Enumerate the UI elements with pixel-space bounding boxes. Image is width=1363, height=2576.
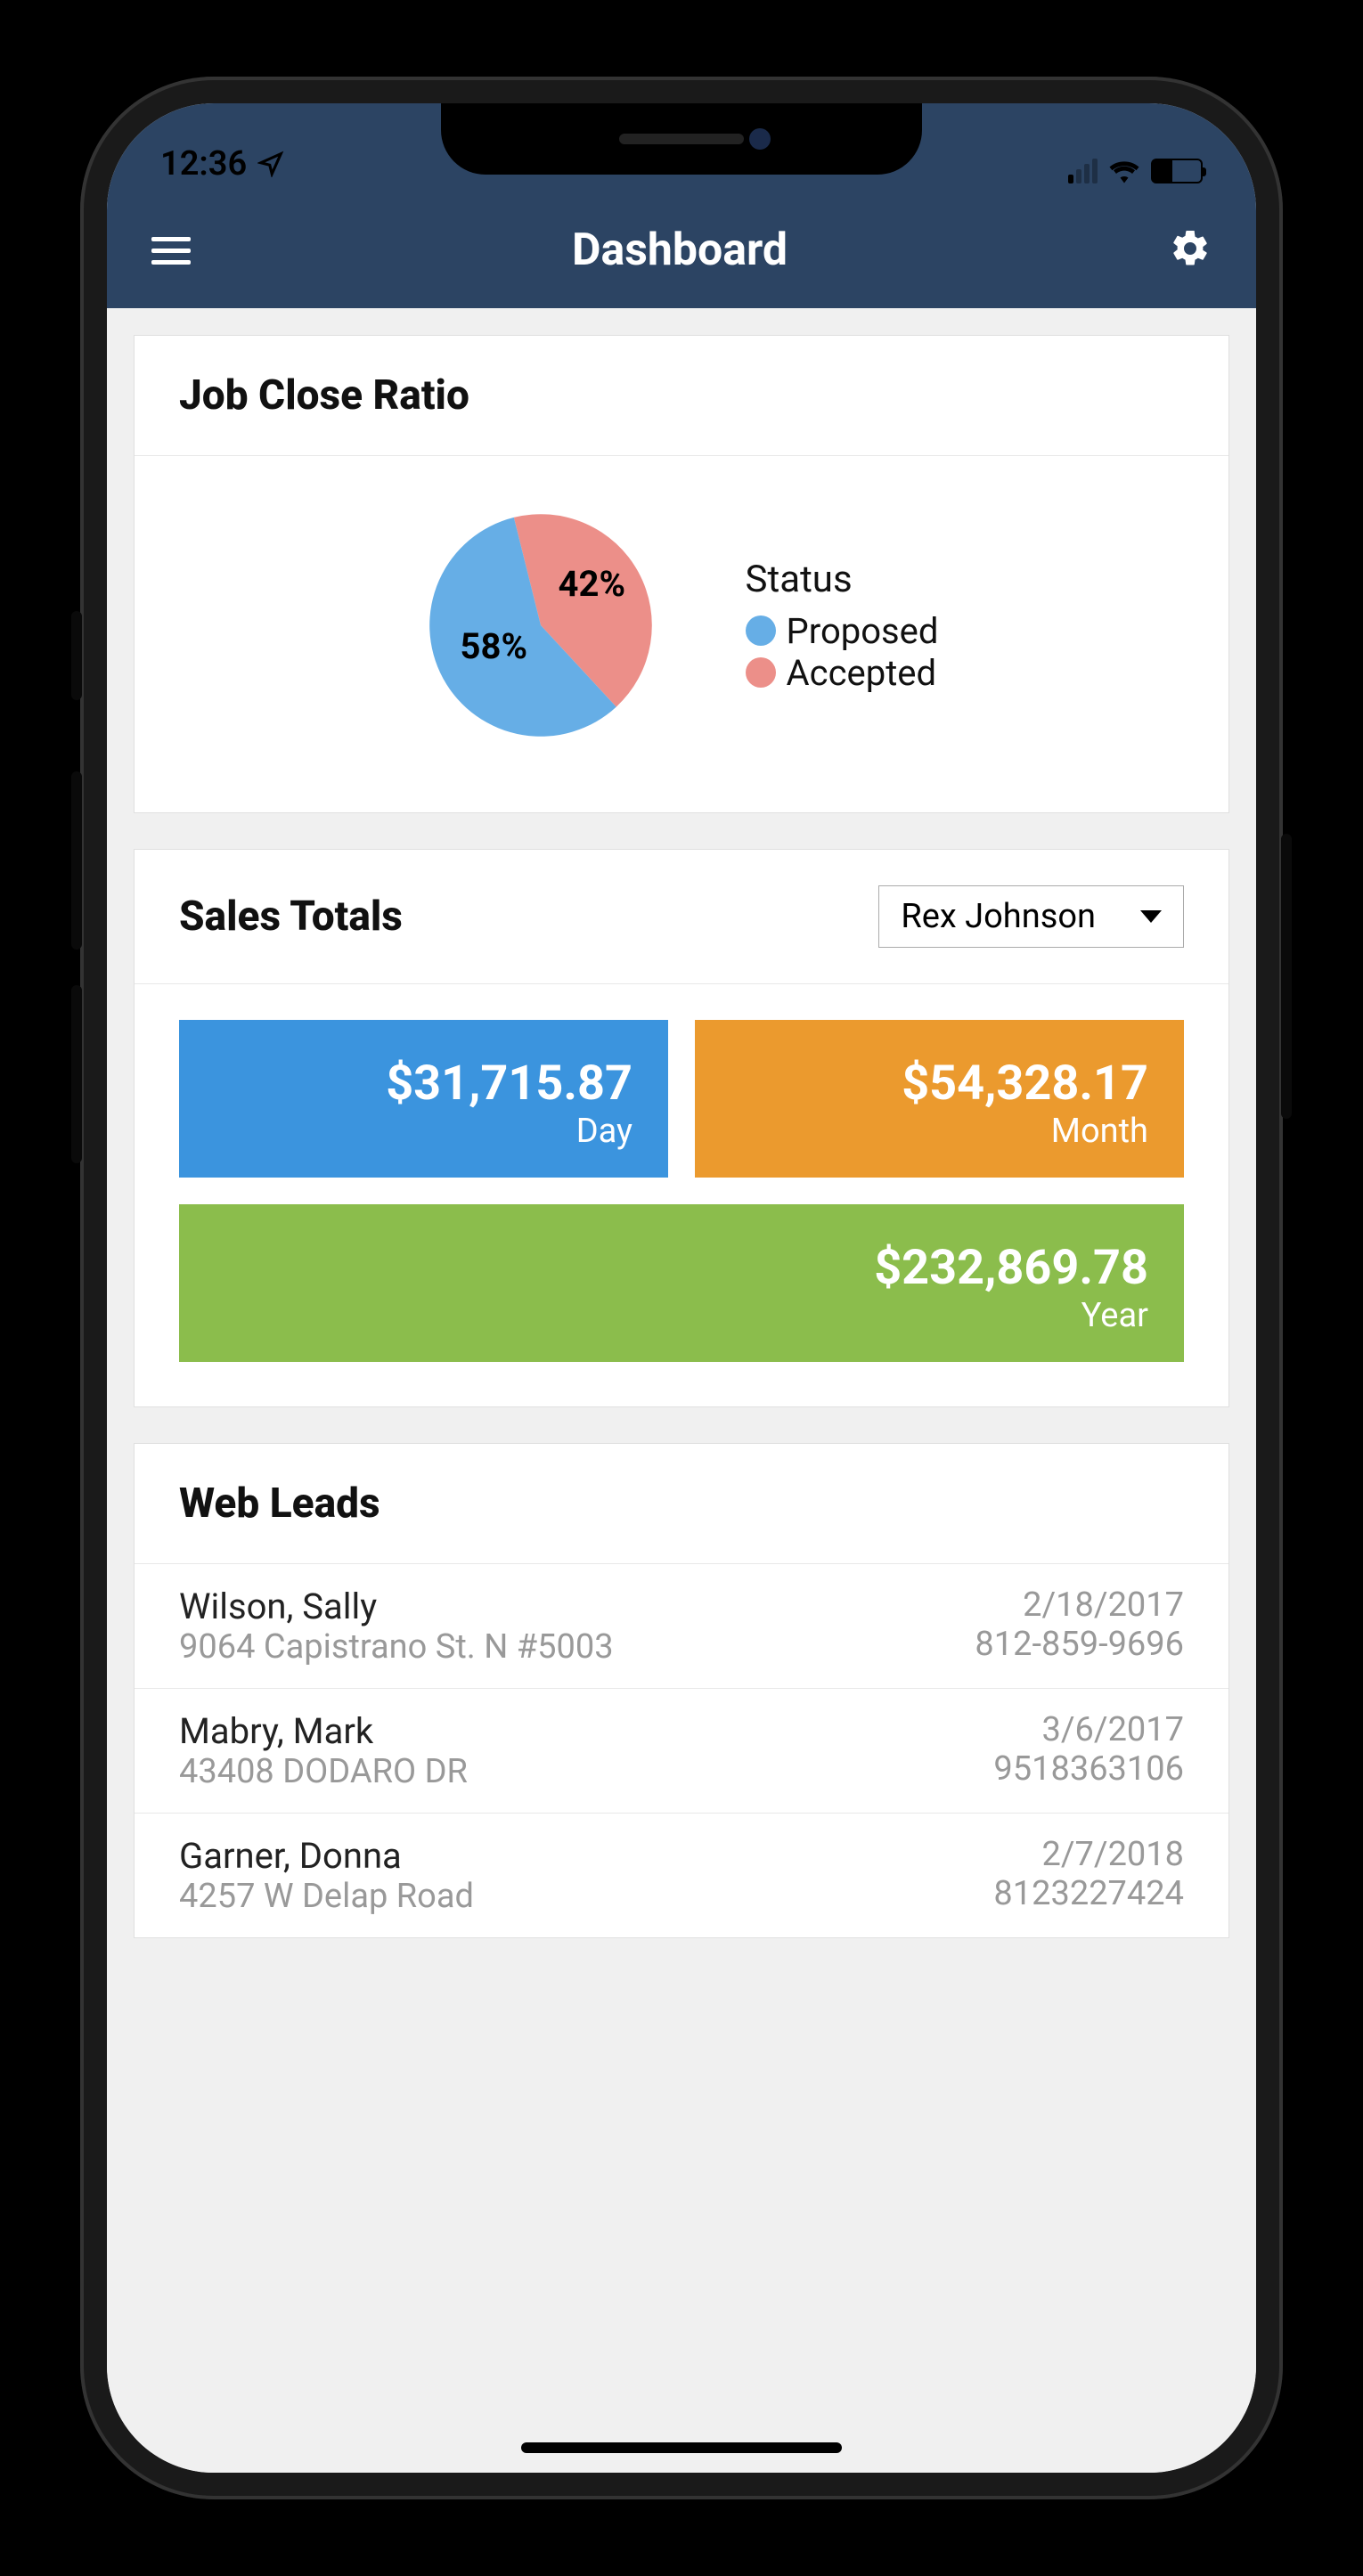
card-title: Job Close Ratio bbox=[179, 371, 469, 420]
cellular-signal-icon bbox=[1068, 159, 1098, 183]
nav-bar: Dashboard bbox=[107, 192, 1256, 308]
lead-address: 43408 DODARO DR bbox=[179, 1752, 468, 1791]
lead-right: 2/18/2017812-859-9696 bbox=[975, 1586, 1184, 1667]
front-camera bbox=[749, 128, 771, 150]
page-title: Dashboard bbox=[572, 224, 788, 276]
tile-label: Day bbox=[215, 1112, 633, 1151]
lead-date: 2/18/2017 bbox=[975, 1586, 1184, 1625]
menu-icon[interactable] bbox=[151, 237, 191, 265]
lead-name: Garner, Donna bbox=[179, 1835, 474, 1877]
status-time: 12:36 bbox=[160, 144, 247, 183]
job-close-ratio-card: Job Close Ratio 42% 58% Status Proposed bbox=[134, 335, 1229, 813]
sales-tile-year[interactable]: $232,869.78 Year bbox=[179, 1204, 1184, 1362]
lead-address: 4257 W Delap Road bbox=[179, 1877, 474, 1916]
card-header: Job Close Ratio bbox=[135, 336, 1228, 456]
sales-totals-card: Sales Totals Rex Johnson $31,715.87 Day … bbox=[134, 849, 1229, 1407]
status-right bbox=[1068, 159, 1203, 183]
pie-slice-label: 58% bbox=[461, 625, 527, 667]
chevron-down-icon bbox=[1140, 910, 1162, 923]
wifi-icon bbox=[1108, 159, 1140, 183]
lead-address: 9064 Capistrano St. N #5003 bbox=[179, 1627, 614, 1667]
legend-title: Status bbox=[746, 558, 939, 601]
lead-date: 3/6/2017 bbox=[993, 1710, 1184, 1749]
leads-list: Wilson, Sally9064 Capistrano St. N #5003… bbox=[135, 1563, 1228, 1937]
phone-frame: 12:36 bbox=[80, 77, 1283, 2499]
salesperson-dropdown[interactable]: Rex Johnson bbox=[878, 885, 1184, 948]
speaker-grill bbox=[619, 134, 744, 144]
lead-date: 2/7/2018 bbox=[993, 1835, 1184, 1874]
pie-chart-svg bbox=[425, 509, 657, 741]
legend-label: Proposed bbox=[787, 610, 939, 652]
side-button bbox=[1281, 834, 1292, 1119]
legend-dot bbox=[746, 615, 776, 646]
tile-value: $31,715.87 bbox=[215, 1056, 633, 1112]
side-button bbox=[71, 985, 82, 1163]
lead-phone: 8123227424 bbox=[993, 1874, 1184, 1913]
card-header: Sales Totals Rex Johnson bbox=[135, 850, 1228, 984]
pie-slice-label: 42% bbox=[559, 563, 625, 605]
tile-label: Year bbox=[215, 1296, 1148, 1335]
legend-item-accepted: Accepted bbox=[746, 652, 939, 694]
sales-tile-month[interactable]: $54,328.17 Month bbox=[695, 1020, 1184, 1178]
phone-screen: 12:36 bbox=[107, 103, 1256, 2473]
card-title: Sales Totals bbox=[179, 893, 403, 941]
lead-phone: 812-859-9696 bbox=[975, 1625, 1184, 1664]
lead-name: Mabry, Mark bbox=[179, 1710, 468, 1752]
dropdown-value: Rex Johnson bbox=[901, 897, 1096, 936]
lead-row[interactable]: Wilson, Sally9064 Capistrano St. N #5003… bbox=[135, 1563, 1228, 1688]
pie-legend: Status Proposed Accepted bbox=[746, 558, 939, 694]
lead-row[interactable]: Garner, Donna4257 W Delap Road 2/7/201881… bbox=[135, 1813, 1228, 1937]
content-area: Job Close Ratio 42% 58% Status Proposed bbox=[107, 308, 1256, 2473]
tile-value: $232,869.78 bbox=[215, 1240, 1148, 1296]
battery-level bbox=[1153, 160, 1172, 182]
web-leads-card: Web Leads Wilson, Sally9064 Capistrano S… bbox=[134, 1443, 1229, 1938]
legend-dot bbox=[746, 657, 776, 688]
tiles-row: $31,715.87 Day $54,328.17 Month bbox=[179, 1020, 1184, 1178]
legend-label: Accepted bbox=[787, 652, 937, 694]
sales-tile-day[interactable]: $31,715.87 Day bbox=[179, 1020, 668, 1178]
tile-label: Month bbox=[730, 1112, 1148, 1151]
pie-section: 42% 58% Status Proposed Accepted bbox=[135, 456, 1228, 812]
lead-left: Garner, Donna4257 W Delap Road bbox=[179, 1835, 474, 1916]
tile-value: $54,328.17 bbox=[730, 1056, 1148, 1112]
lead-right: 2/7/20188123227424 bbox=[993, 1835, 1184, 1916]
sales-tiles: $31,715.87 Day $54,328.17 Month $232,869… bbox=[135, 984, 1228, 1406]
lead-name: Wilson, Sally bbox=[179, 1586, 614, 1627]
gear-icon bbox=[1169, 227, 1212, 270]
home-indicator[interactable] bbox=[521, 2442, 842, 2453]
settings-button[interactable] bbox=[1169, 227, 1212, 273]
lead-left: Wilson, Sally9064 Capistrano St. N #5003 bbox=[179, 1586, 614, 1667]
status-left: 12:36 bbox=[160, 144, 284, 183]
location-icon bbox=[257, 151, 284, 177]
lead-row[interactable]: Mabry, Mark43408 DODARO DR 3/6/2017951836… bbox=[135, 1688, 1228, 1813]
card-title: Web Leads bbox=[179, 1480, 380, 1528]
legend-item-proposed: Proposed bbox=[746, 610, 939, 652]
lead-left: Mabry, Mark43408 DODARO DR bbox=[179, 1710, 468, 1791]
side-button bbox=[71, 771, 82, 950]
battery-icon bbox=[1151, 159, 1203, 183]
card-header: Web Leads bbox=[135, 1444, 1228, 1563]
lead-phone: 9518363106 bbox=[993, 1749, 1184, 1789]
phone-notch bbox=[441, 103, 922, 175]
pie-chart: 42% 58% bbox=[425, 509, 657, 741]
lead-right: 3/6/20179518363106 bbox=[993, 1710, 1184, 1791]
side-button bbox=[71, 611, 82, 700]
